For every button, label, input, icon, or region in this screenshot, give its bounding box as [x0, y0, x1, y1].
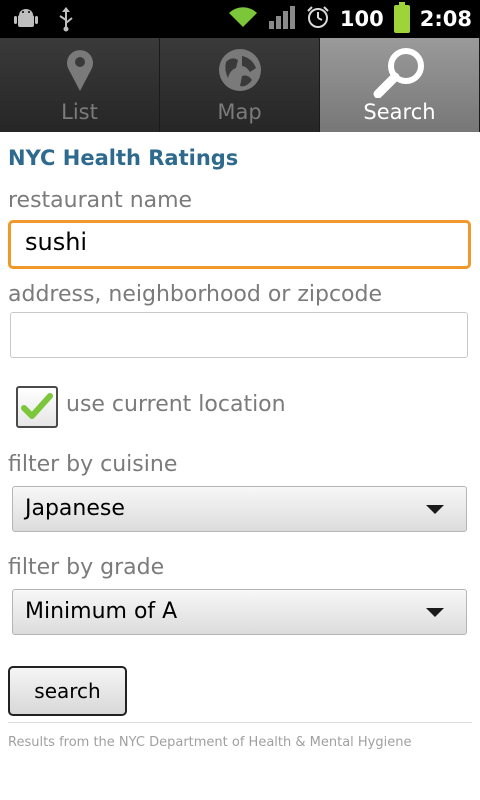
- globe-icon: [218, 48, 262, 96]
- magnifier-icon: [372, 48, 428, 102]
- chevron-down-icon: [426, 505, 444, 514]
- use-location-checkbox[interactable]: [16, 386, 58, 428]
- usb-icon: [56, 6, 76, 36]
- footer-attribution: Results from the NYC Department of Healt…: [8, 735, 412, 750]
- grade-select[interactable]: Minimum of A: [12, 589, 467, 635]
- tab-search[interactable]: Search: [320, 38, 480, 132]
- cuisine-value: Japanese: [25, 496, 125, 521]
- wifi-icon: [228, 5, 258, 33]
- android-debug-icon: [14, 7, 38, 35]
- cuisine-label: filter by cuisine: [8, 452, 178, 477]
- tab-search-label: Search: [363, 100, 436, 124]
- address-label: address, neighborhood or zipcode: [8, 282, 382, 307]
- restaurant-name-label: restaurant name: [8, 188, 193, 213]
- search-button[interactable]: search: [8, 666, 127, 716]
- address-input[interactable]: [10, 312, 468, 358]
- battery-level: 100: [339, 7, 384, 31]
- tab-bar: List Map Search: [0, 38, 480, 132]
- cuisine-select[interactable]: Japanese: [12, 486, 467, 532]
- tab-list[interactable]: List: [0, 38, 160, 132]
- tab-map[interactable]: Map: [160, 38, 320, 132]
- restaurant-name-input[interactable]: sushi: [8, 220, 471, 269]
- use-location-label: use current location: [66, 392, 286, 417]
- page-title: NYC Health Ratings: [8, 146, 239, 170]
- map-pin-icon: [65, 48, 95, 96]
- grade-label: filter by grade: [8, 555, 165, 580]
- tab-list-label: List: [61, 100, 98, 124]
- divider: [8, 722, 472, 723]
- battery-icon: [393, 2, 410, 33]
- checkmark-icon: [21, 393, 53, 419]
- signal-icon: [268, 5, 296, 33]
- grade-value: Minimum of A: [25, 599, 178, 624]
- clock: 2:08: [419, 7, 472, 31]
- alarm-icon: [306, 5, 330, 33]
- tab-map-label: Map: [217, 100, 262, 124]
- status-bar: 100 2:08: [0, 0, 480, 38]
- chevron-down-icon: [426, 608, 444, 617]
